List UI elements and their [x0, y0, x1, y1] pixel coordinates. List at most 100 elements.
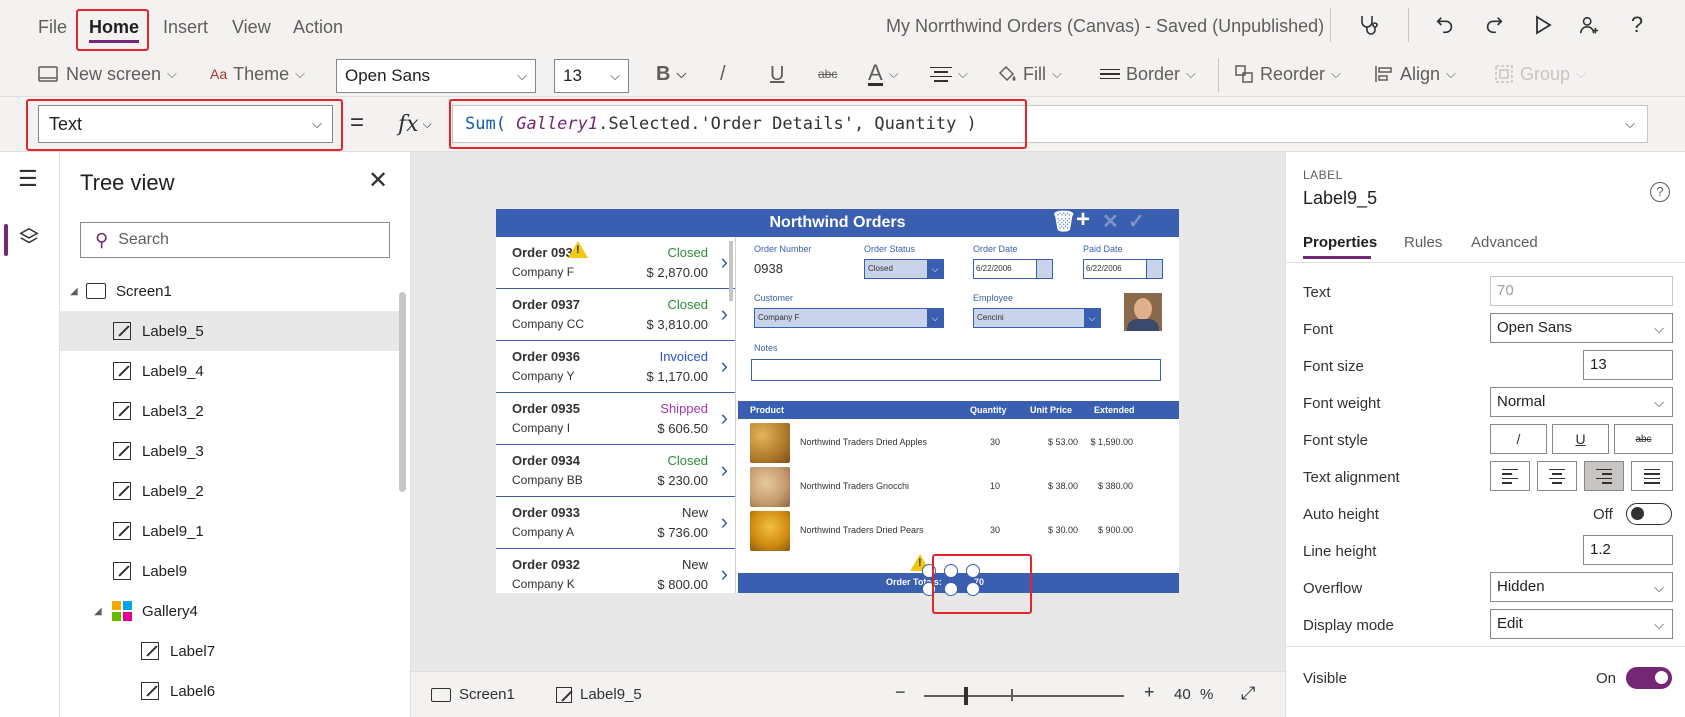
- detail-row[interactable]: Northwind Traders Gnocchi 10 $ 38.00 $ 3…: [738, 465, 1179, 509]
- tree-node-label7[interactable]: Label7: [60, 631, 400, 671]
- text-property-input[interactable]: 70: [1490, 276, 1673, 306]
- tab-rules[interactable]: Rules: [1404, 234, 1442, 251]
- menu-view[interactable]: View: [232, 17, 271, 38]
- layers-icon[interactable]: [18, 226, 40, 254]
- chevron-right-icon[interactable]: ›: [721, 301, 728, 327]
- screen-selector[interactable]: Screen1: [431, 686, 515, 703]
- help-icon[interactable]: ?: [1622, 10, 1652, 40]
- gallery-row[interactable]: Order 0936 Company Y Invoiced $ 1,170.00…: [496, 341, 735, 393]
- fx-button[interactable]: fx ⌵: [398, 105, 448, 143]
- menu-file[interactable]: File: [38, 17, 67, 38]
- tree-search-input[interactable]: ⚲ Search: [80, 222, 390, 258]
- tab-properties[interactable]: Properties: [1303, 234, 1377, 251]
- italic-button[interactable]: /: [720, 60, 726, 88]
- tree-scrollbar[interactable]: [399, 292, 406, 492]
- italic-toggle[interactable]: /: [1490, 424, 1547, 454]
- collapse-icon[interactable]: ◢: [94, 606, 106, 617]
- tree-node-label9-5[interactable]: Label9_5: [60, 311, 400, 351]
- chevron-right-icon[interactable]: ›: [721, 509, 728, 535]
- theme-button[interactable]: Aa Theme ⌵: [210, 60, 305, 88]
- zoom-slider[interactable]: [924, 695, 1124, 697]
- align-justify-button[interactable]: [1631, 461, 1673, 491]
- align-left-button[interactable]: [1490, 461, 1530, 491]
- align-center-button[interactable]: [1537, 461, 1577, 491]
- gallery-row[interactable]: Order 0933 Company A New $ 736.00 ›: [496, 497, 735, 549]
- paid-date-picker[interactable]: 6/22/2006: [1083, 259, 1163, 279]
- font-size-property-input[interactable]: 13: [1583, 350, 1673, 380]
- font-color-button[interactable]: A ⌵: [868, 60, 899, 88]
- hamburger-menu-icon[interactable]: ☰: [18, 166, 38, 192]
- add-user-icon[interactable]: [1574, 10, 1604, 40]
- gallery-row[interactable]: Order 0932 Company K New $ 800.00 ›: [496, 549, 735, 593]
- tree-node-label9-3[interactable]: Label9_3: [60, 431, 400, 471]
- order-date-picker[interactable]: 6/22/2006: [973, 259, 1053, 279]
- align-right-button[interactable]: [1584, 461, 1624, 491]
- fill-button[interactable]: Fill ⌵: [997, 60, 1062, 88]
- tree-node-screen1[interactable]: ◢ Screen1: [60, 271, 400, 311]
- font-size-dropdown[interactable]: 13 ⌵: [554, 59, 629, 93]
- font-dropdown[interactable]: Open Sans ⌵: [336, 59, 536, 93]
- fit-to-window-icon[interactable]: ⤢: [1241, 683, 1255, 704]
- help-icon[interactable]: ?: [1650, 182, 1670, 202]
- tree-node-label9-1[interactable]: Label9_1: [60, 511, 400, 551]
- border-button[interactable]: Border ⌵: [1100, 60, 1196, 88]
- gallery-row[interactable]: Order 0935 Company I Shipped $ 606.50 ›: [496, 393, 735, 445]
- tree-node-label9-4[interactable]: Label9_4: [60, 351, 400, 391]
- tree-node-label9-2[interactable]: Label9_2: [60, 471, 400, 511]
- play-icon[interactable]: [1528, 10, 1558, 40]
- chevron-right-icon[interactable]: ›: [721, 249, 728, 275]
- font-property-dropdown[interactable]: Open Sans ⌵: [1490, 313, 1673, 343]
- tab-advanced[interactable]: Advanced: [1471, 234, 1538, 251]
- detail-row[interactable]: Northwind Traders Dried Apples 30 $ 53.0…: [738, 421, 1179, 465]
- undo-icon[interactable]: [1430, 10, 1460, 40]
- chevron-right-icon[interactable]: ›: [721, 353, 728, 379]
- zoom-out-button[interactable]: −: [895, 682, 906, 703]
- tree-node-label9[interactable]: Label9: [60, 551, 400, 591]
- collapse-icon[interactable]: ◢: [70, 286, 82, 297]
- new-screen-button[interactable]: New screen ⌵: [38, 60, 177, 88]
- tree-node-gallery4[interactable]: ◢ Gallery4: [60, 591, 400, 631]
- check-icon[interactable]: ✓: [1128, 212, 1145, 232]
- zoom-slider-thumb[interactable]: [964, 687, 968, 705]
- tree-node-label6[interactable]: Label6: [60, 671, 400, 711]
- zoom-in-button[interactable]: +: [1144, 682, 1155, 703]
- expand-formula-icon[interactable]: ⌵: [1625, 116, 1635, 132]
- orders-gallery[interactable]: Order 0938 Company F Closed $ 2,870.00 ›…: [496, 237, 736, 593]
- font-weight-dropdown[interactable]: Normal ⌵: [1490, 387, 1673, 417]
- align-button[interactable]: Align ⌵: [1374, 60, 1456, 88]
- tree-node-label3-2[interactable]: Label3_2: [60, 391, 400, 431]
- overflow-dropdown[interactable]: Hidden ⌵: [1490, 572, 1673, 602]
- close-icon[interactable]: ✕: [368, 166, 388, 195]
- notes-input[interactable]: [751, 359, 1161, 381]
- menu-insert[interactable]: Insert: [163, 17, 208, 38]
- line-height-input[interactable]: 1.2: [1583, 535, 1673, 565]
- employee-dropdown[interactable]: Cencini ⌵: [973, 308, 1101, 328]
- control-selector[interactable]: Label9_5: [556, 686, 642, 703]
- strikethrough-toggle[interactable]: abc: [1614, 424, 1673, 454]
- chevron-right-icon[interactable]: ›: [721, 457, 728, 483]
- trash-icon[interactable]: 🗑: [1051, 212, 1076, 232]
- text-align-button[interactable]: ⌵: [930, 60, 968, 88]
- auto-height-toggle[interactable]: [1626, 503, 1672, 525]
- cancel-icon[interactable]: ✕: [1102, 212, 1119, 232]
- stethoscope-icon[interactable]: [1354, 10, 1384, 40]
- group-button[interactable]: Group ⌵: [1494, 60, 1586, 88]
- menu-action[interactable]: Action: [293, 17, 343, 38]
- bold-button[interactable]: B ⌵: [656, 60, 686, 88]
- strikethrough-button[interactable]: abc: [818, 60, 837, 88]
- reorder-button[interactable]: Reorder ⌵: [1234, 60, 1341, 88]
- visible-toggle[interactable]: [1626, 667, 1672, 689]
- underline-button[interactable]: U: [770, 60, 784, 88]
- gallery-row[interactable]: Order 0934 Company BB Closed $ 230.00 ›: [496, 445, 735, 497]
- chevron-right-icon[interactable]: ›: [721, 561, 728, 587]
- redo-icon[interactable]: [1479, 10, 1509, 40]
- gallery-row[interactable]: Order 0938 Company F Closed $ 2,870.00 ›: [496, 237, 735, 289]
- detail-row[interactable]: Northwind Traders Dried Pears 30 $ 30.00…: [738, 509, 1179, 553]
- add-icon[interactable]: +: [1076, 208, 1090, 232]
- gallery-scrollbar[interactable]: [729, 241, 733, 301]
- chevron-right-icon[interactable]: ›: [721, 405, 728, 431]
- display-mode-dropdown[interactable]: Edit ⌵: [1490, 609, 1673, 639]
- customer-dropdown[interactable]: Company F ⌵: [754, 308, 944, 328]
- order-status-dropdown[interactable]: Closed ⌵: [864, 259, 944, 279]
- gallery-row[interactable]: Order 0937 Company CC Closed $ 3,810.00 …: [496, 289, 735, 341]
